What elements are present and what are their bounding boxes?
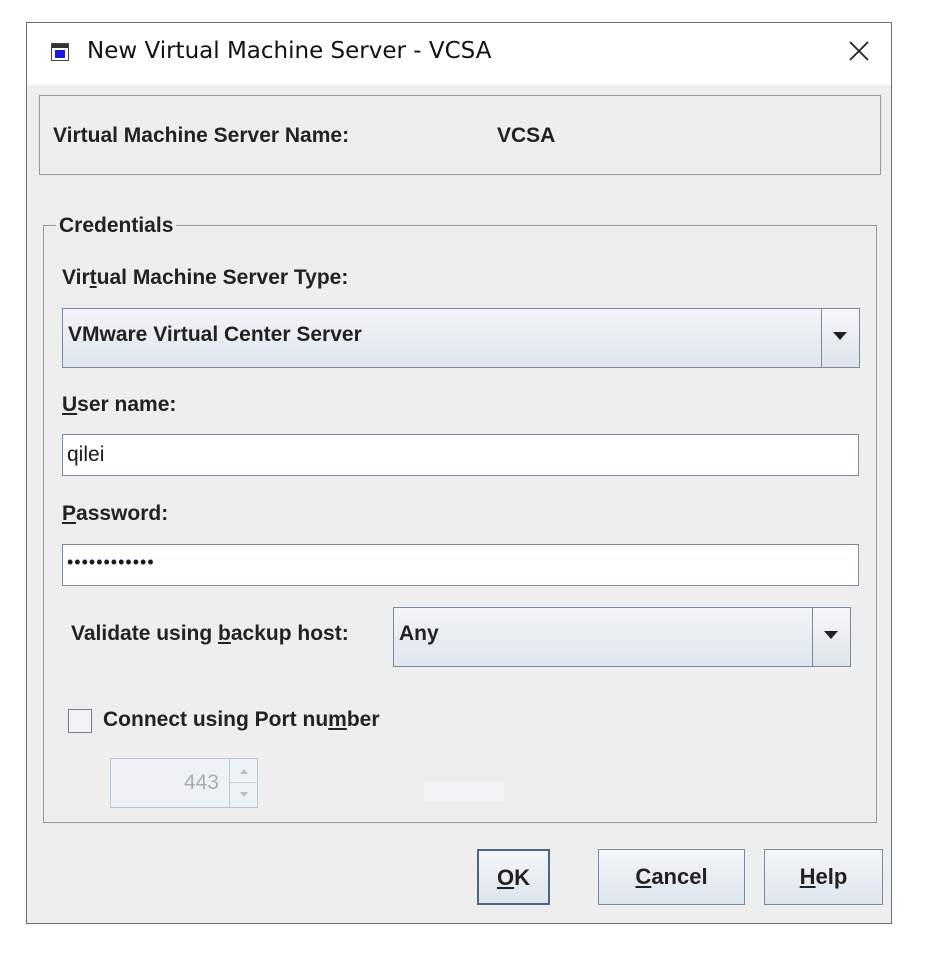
app-window-icon — [51, 43, 69, 61]
server-name-value: VCSA — [497, 124, 556, 147]
dialog-window: New Virtual Machine Server - VCSA Virtua… — [26, 22, 892, 924]
chevron-down-icon[interactable] — [812, 608, 850, 666]
credentials-group: Credentials Virtual Machine Server Type:… — [43, 214, 877, 823]
password-label: Password: — [62, 502, 169, 525]
port-spinner[interactable]: 443 — [110, 758, 258, 808]
port-checkbox-label[interactable]: Connect using Port number — [103, 708, 380, 732]
server-type-label: Virtual Machine Server Type: — [62, 266, 349, 289]
help-button[interactable]: Help — [764, 849, 883, 905]
server-name-panel: Virtual Machine Server Name: VCSA — [39, 95, 881, 175]
close-icon[interactable] — [845, 37, 873, 65]
server-name-label: Virtual Machine Server Name: — [53, 124, 350, 147]
password-input[interactable]: •••••••••••• — [62, 544, 859, 586]
port-checkbox[interactable] — [68, 709, 92, 733]
port-value: 443 — [183, 771, 219, 794]
credentials-legend: Credentials — [56, 214, 177, 238]
title-bar[interactable]: New Virtual Machine Server - VCSA — [27, 23, 891, 85]
server-type-value: VMware Virtual Center Server — [68, 323, 362, 346]
backup-host-value: Any — [399, 622, 439, 645]
backup-host-label: Validate using backup host: — [71, 622, 349, 645]
spin-up-icon[interactable] — [230, 759, 257, 783]
background-smudge — [424, 781, 504, 801]
backup-host-dropdown[interactable]: Any — [393, 607, 851, 667]
username-label: User name: — [62, 393, 177, 416]
password-value: •••••••••••• — [67, 552, 155, 572]
window-title: New Virtual Machine Server - VCSA — [87, 38, 492, 64]
server-type-dropdown[interactable]: VMware Virtual Center Server — [62, 308, 860, 368]
chevron-down-icon[interactable] — [821, 309, 859, 367]
cancel-button[interactable]: Cancel — [598, 849, 745, 905]
username-input[interactable]: qilei — [62, 434, 859, 476]
spin-down-icon[interactable] — [230, 783, 257, 807]
username-value: qilei — [67, 443, 105, 466]
spinner-buttons — [229, 759, 257, 807]
ok-button[interactable]: OK — [477, 849, 550, 905]
